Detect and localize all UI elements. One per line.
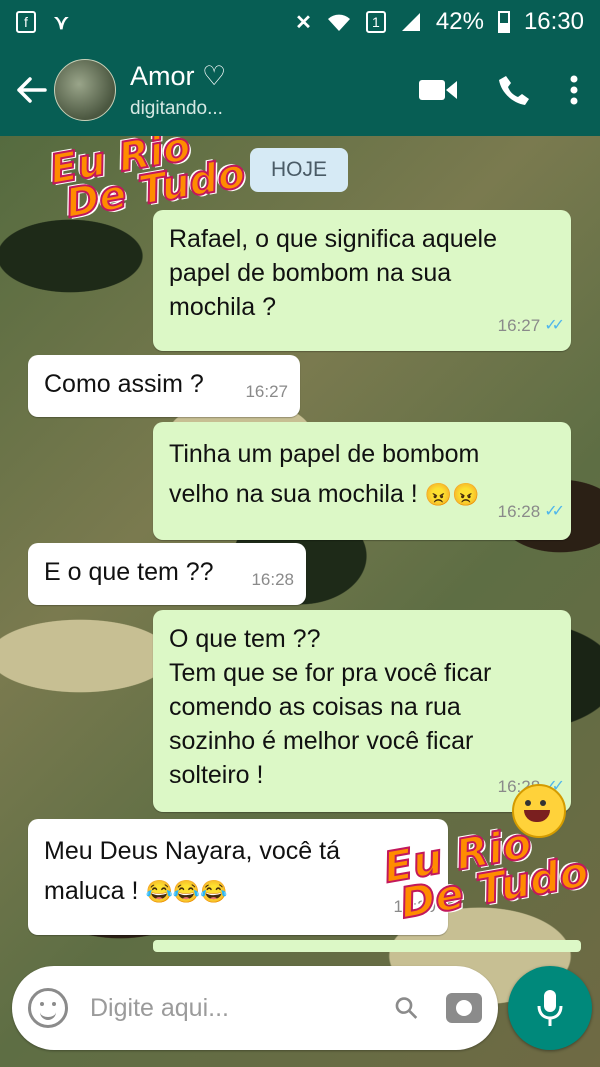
- message-outgoing[interactable]: Rafael, o que significa aquele papel de …: [153, 210, 571, 351]
- watermark-line1: Eu Rio: [45, 136, 195, 195]
- message-time: 16:28: [251, 570, 294, 589]
- video-call-icon[interactable]: [418, 77, 458, 103]
- wifi-icon: [327, 14, 350, 31]
- status-bar: f ⋎ ✕ 1 42% 16:30: [0, 0, 600, 44]
- signal-icon: [401, 13, 420, 31]
- read-ticks-icon: ✓✓: [544, 317, 565, 334]
- laughing-emoji-icon: 😂😂😂: [145, 879, 228, 904]
- more-options-icon[interactable]: [570, 75, 578, 105]
- message-time: 16:29: [393, 897, 436, 916]
- message-outgoing[interactable]: Tinha um papel de bombom velho na sua mo…: [153, 422, 571, 540]
- chat-area[interactable]: HOJE Rafael, o que significa aquele pape…: [0, 136, 600, 1067]
- message-time: 16:28: [497, 502, 541, 521]
- date-chip: HOJE: [250, 148, 348, 192]
- facebook-icon: f: [16, 11, 36, 33]
- sim-icon: 1: [365, 11, 386, 33]
- battery-percent: 42%: [435, 8, 484, 35]
- avatar[interactable]: [54, 59, 116, 121]
- message-incoming[interactable]: Como assim ? 16:27: [28, 355, 300, 417]
- message-input[interactable]: Digite aqui...: [90, 994, 396, 1023]
- battery-icon: [497, 11, 510, 33]
- message-outgoing[interactable]: O que tem ?? Tem que se for pra você fic…: [153, 610, 571, 812]
- notification-icon: ⋎: [54, 11, 69, 34]
- emoji-icon[interactable]: [28, 988, 68, 1028]
- camera-icon[interactable]: [446, 993, 482, 1023]
- message-composer: Digite aqui... ⚲: [12, 966, 498, 1050]
- angry-emoji-icon: 😠😠: [424, 482, 480, 507]
- message-time: 16:27: [497, 316, 541, 335]
- message-outgoing-partial: [153, 940, 581, 952]
- message-meta: 16:28✓✓: [497, 492, 565, 532]
- message-time: 16:27: [245, 382, 288, 401]
- clock: 16:30: [523, 8, 584, 35]
- status-right: ✕ 1 42% 16:30: [295, 8, 584, 36]
- message-incoming[interactable]: Meu Deus Nayara, você tá maluca ! 😂😂😂 16…: [28, 819, 448, 935]
- message-meta: 16:27 ✓✓: [497, 309, 565, 343]
- read-ticks-icon: ✓✓: [544, 503, 565, 520]
- header-actions: [418, 74, 578, 106]
- status-left-icons: f ⋎: [16, 10, 69, 35]
- contact-name: Amor ♡: [130, 60, 227, 91]
- message-text: O que tem ?? Tem que se for pra você fic…: [169, 625, 492, 789]
- back-arrow-icon[interactable]: [12, 75, 52, 105]
- message-incoming[interactable]: E o que tem ?? 16:28: [28, 543, 306, 605]
- mute-icon: ✕: [295, 11, 312, 34]
- contact-status: digitando...: [130, 97, 223, 119]
- mic-icon: [537, 990, 563, 1026]
- chat-header: Amor ♡ digitando...: [0, 44, 600, 136]
- smiley-emoji-icon: [512, 784, 566, 838]
- phone-icon[interactable]: [498, 74, 530, 106]
- mic-button[interactable]: [508, 966, 592, 1050]
- contact-info[interactable]: Amor ♡ digitando...: [130, 61, 226, 120]
